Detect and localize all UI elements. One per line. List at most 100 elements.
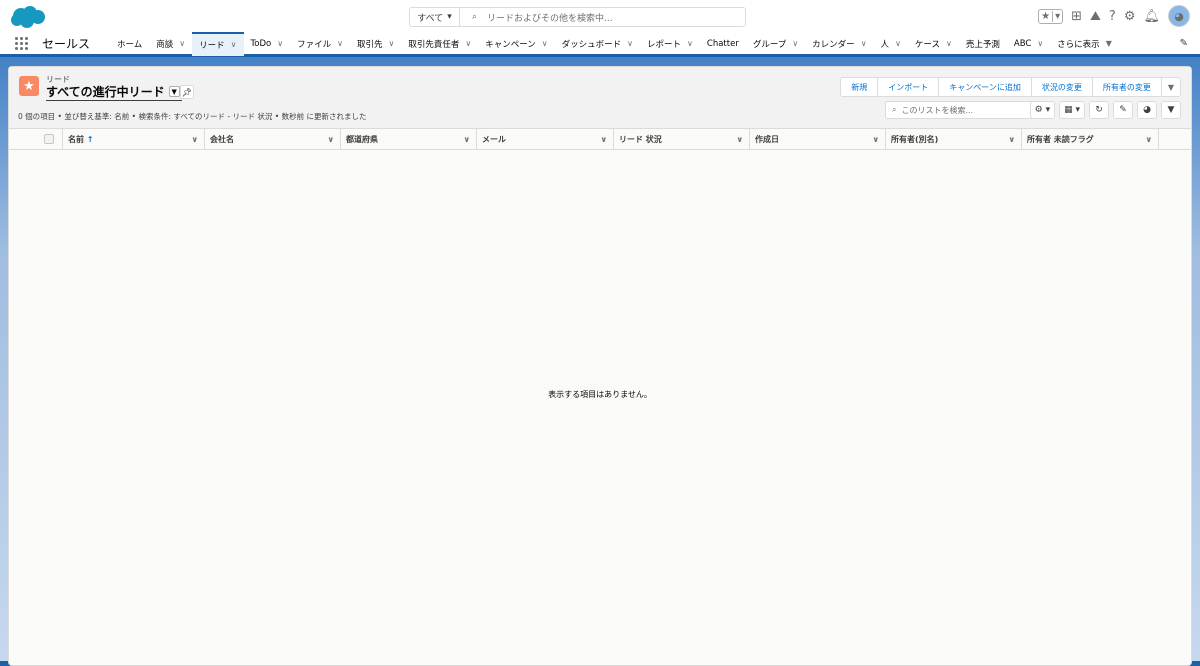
chevron-down-icon[interactable]: ∨ — [465, 39, 471, 48]
change-owner-button[interactable]: 所有者の変更 — [1093, 78, 1162, 96]
nav-item[interactable]: ケース ∨ — [908, 32, 959, 56]
nav-item[interactable]: リード ∨ — [192, 31, 244, 56]
select-all-checkbox[interactable] — [44, 134, 54, 144]
edit-list-button[interactable]: ✎ — [1113, 101, 1133, 119]
nav-item[interactable]: レポート ∨ — [640, 32, 700, 56]
caret-down-icon: ▾ — [1052, 10, 1062, 22]
nav-item[interactable]: カレンダー ∨ — [805, 32, 873, 56]
action-buttons: 新規 インポート キャンペーンに追加 状況の変更 所有者の変更 ▼ — [840, 77, 1181, 97]
chevron-down-icon[interactable]: ∨ — [687, 39, 693, 48]
caret-down-icon[interactable]: ▼ — [168, 86, 180, 97]
nav-item-label: ホーム — [117, 39, 143, 50]
nav-item[interactable]: 人 ∨ — [874, 32, 908, 56]
charts-button[interactable]: ◕ — [1137, 101, 1157, 119]
gear-icon[interactable]: ⚙ — [1124, 9, 1136, 24]
chevron-down-icon[interactable]: ∨ — [464, 135, 471, 144]
search-icon: ⌕ — [892, 105, 897, 114]
column-header-owner-unread[interactable]: 所有者 未読フラグ ∨ — [1022, 129, 1159, 149]
refresh-button[interactable]: ↻ — [1089, 101, 1109, 119]
list-settings-button[interactable]: ⚙ ▾ — [1029, 101, 1056, 119]
nav-item-label: ダッシュボード — [561, 39, 622, 50]
list-view-card: ★ リード すべての進行中リード ▼ 📌︎ 0 個の項目 • 並び替え基準: 名前… — [8, 66, 1192, 666]
nav-item-label: キャンペーン — [485, 39, 536, 50]
refresh-icon: ↻ — [1095, 105, 1103, 115]
global-search[interactable]: すべて ▾ ⌕ リードおよびその他を検索中... — [409, 7, 746, 27]
chevron-down-icon[interactable]: ∨ — [179, 39, 185, 48]
nav-item-label: 人 — [880, 39, 890, 50]
star-icon: ★ — [1041, 10, 1051, 22]
salesforce-logo[interactable] — [10, 5, 46, 29]
nav-item-label: 売上予測 — [965, 39, 1000, 50]
list-search-input[interactable]: ⌕ このリストを検索... — [885, 101, 1035, 119]
chevron-down-icon[interactable]: ∨ — [1146, 135, 1153, 144]
chevron-down-icon[interactable]: ∨ — [792, 39, 798, 48]
search-input[interactable]: リードおよびその他を検索中... — [487, 11, 613, 24]
avatar[interactable]: ◕ — [1168, 5, 1190, 27]
nav-item-label: リード — [199, 40, 225, 51]
chevron-down-icon[interactable]: ∨ — [337, 39, 343, 48]
chevron-down-icon[interactable]: ∨ — [861, 39, 867, 48]
chevron-down-icon[interactable]: ∨ — [1009, 135, 1016, 144]
empty-message: 表示する項目はありません。 — [548, 390, 652, 399]
nav-item[interactable]: ダッシュボード ∨ — [555, 32, 640, 56]
gear-icon: ⚙ ▾ — [1034, 105, 1051, 115]
chevron-down-icon[interactable]: ∨ — [895, 39, 901, 48]
nav-item[interactable]: Chatter — [700, 32, 746, 56]
chevron-down-icon[interactable]: ∨ — [737, 135, 744, 144]
chevron-down-icon[interactable]: ∨ — [627, 39, 633, 48]
nav-item[interactable]: 商談 ∨ — [149, 32, 192, 56]
sort-ascending-icon: ↑ — [86, 134, 94, 144]
display-as-button[interactable]: ▦ ▾ — [1059, 101, 1085, 119]
nav-item[interactable]: 取引先責任者 ∨ — [401, 32, 478, 56]
chevron-down-icon[interactable]: ∨ — [542, 39, 548, 48]
nav-item[interactable]: 取引先 ∨ — [350, 32, 401, 56]
nav-item[interactable]: ABC ∨ — [1007, 32, 1050, 56]
column-header-lead-status[interactable]: リード 状況 ∨ — [614, 129, 750, 149]
list-view-selector[interactable]: すべての進行中リード ▼ — [46, 83, 182, 101]
chevron-down-icon[interactable]: ∨ — [192, 135, 199, 144]
nav-item[interactable]: ホーム — [110, 32, 149, 56]
search-scope-dropdown[interactable]: すべて ▾ — [410, 8, 460, 26]
nav-item[interactable]: ファイル ∨ — [290, 32, 350, 56]
nav-bar: セールス ホーム 商談 ∨ リード ∨ ToDo ∨ ファイル ∨ 取引先 ∨ 取引先責任者 ∨ キャンペ… — [0, 31, 1200, 57]
chevron-down-icon[interactable]: ∨ — [277, 39, 283, 48]
new-button[interactable]: 新規 — [841, 78, 879, 96]
chevron-down-icon[interactable]: ∨ — [1037, 39, 1043, 48]
chevron-down-icon[interactable]: ∨ — [601, 135, 608, 144]
bell-icon[interactable]: 🔔︎ — [1143, 9, 1160, 24]
column-header-created-date[interactable]: 作成日 ∨ — [750, 129, 886, 149]
caret-down-icon: ▾ — [447, 12, 452, 22]
chevron-down-icon[interactable]: ∨ — [328, 135, 335, 144]
nav-item[interactable]: キャンペーン ∨ — [478, 32, 554, 56]
column-header-name[interactable]: 名前 ↑ ∨ — [63, 129, 205, 149]
nav-item[interactable]: ToDo ∨ — [244, 32, 291, 56]
more-actions-button[interactable]: ▼ — [1162, 78, 1180, 96]
favorites-button[interactable]: ★ ▾ — [1038, 8, 1064, 24]
edit-nav-icon[interactable]: ✎ — [1180, 38, 1188, 49]
chevron-down-icon[interactable]: ∨ — [946, 39, 952, 48]
add-to-campaign-button[interactable]: キャンペーンに追加 — [939, 78, 1032, 96]
nav-more[interactable]: さらに表示 ▼ — [1050, 32, 1119, 56]
chevron-down-icon[interactable]: ∨ — [388, 39, 394, 48]
pin-icon[interactable]: 📌︎ — [180, 85, 194, 99]
column-header-owner-alias[interactable]: 所有者(別名) ∨ — [886, 129, 1022, 149]
import-button[interactable]: インポート — [878, 78, 940, 96]
table-icon: ▦ ▾ — [1064, 105, 1080, 115]
nav-item[interactable]: 売上予測 — [959, 32, 1007, 56]
add-icon[interactable]: ⊞ — [1071, 9, 1082, 24]
filter-button[interactable]: ▼ — [1161, 101, 1181, 119]
chevron-down-icon[interactable]: ∨ — [231, 40, 237, 49]
nav-item[interactable]: グループ ∨ — [746, 32, 805, 56]
trailhead-icon[interactable]: ⛰ — [1090, 9, 1101, 24]
help-icon[interactable]: ? — [1109, 9, 1116, 24]
nav-item-label: Chatter — [706, 38, 739, 49]
column-header-company[interactable]: 会社名 ∨ — [205, 129, 341, 149]
nav-item-label: ABC — [1013, 38, 1032, 49]
nav-item-label: ファイル — [297, 39, 332, 50]
nav-item-label: 取引先責任者 — [408, 39, 460, 50]
column-header-email[interactable]: メール ∨ — [477, 129, 614, 149]
chevron-down-icon[interactable]: ∨ — [873, 135, 880, 144]
column-header-prefecture[interactable]: 都道府県 ∨ — [341, 129, 477, 149]
change-status-button[interactable]: 状況の変更 — [1032, 78, 1093, 96]
app-launcher-icon[interactable] — [15, 36, 29, 51]
